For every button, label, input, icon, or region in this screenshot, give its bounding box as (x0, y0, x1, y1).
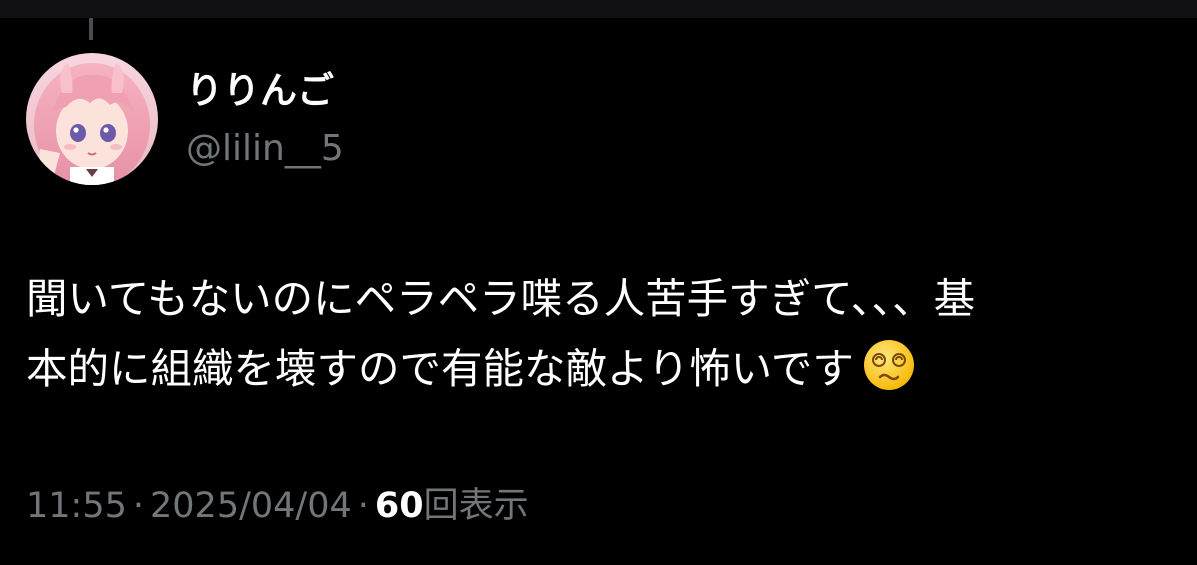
views-count[interactable]: 60 (375, 486, 424, 526)
tweet-text-line: 本的に組織を壊すので有能な敵より怖いです (26, 344, 854, 393)
thread-connector-line (89, 18, 93, 40)
top-bar-strip (0, 0, 1197, 18)
tweet-body: 聞いてもないのにペラペラ喋る人苦手すぎて、、、基 本的に組織を壊すので有能な敵よ… (26, 264, 1186, 404)
tweet-date[interactable]: 2025/04/04 (150, 486, 352, 526)
dizzy-face-emoji-icon (862, 338, 916, 392)
tweet-detail-view: りりんご @lilin__5 聞いてもないのにペラペラ喋る人苦手すぎて、、、基 … (0, 0, 1197, 565)
tweet-text-line-with-emoji: 本的に組織を壊すので有能な敵より怖いです (26, 334, 1186, 404)
views-label: 回表示 (423, 486, 529, 526)
meta-separator: · (357, 486, 369, 526)
avatar-image (26, 53, 158, 185)
tweet-time[interactable]: 11:55 (26, 486, 127, 526)
author-display-name[interactable]: りりんご (186, 66, 334, 116)
author-handle[interactable]: @lilin__5 (186, 124, 344, 174)
tweet-text-line: 聞いてもないのにペラペラ喋る人苦手すぎて、、、基 (26, 274, 976, 323)
tweet-meta: 11:55 · 2025/04/04 · 60回表示 (26, 482, 529, 530)
meta-separator: · (132, 486, 145, 526)
avatar[interactable] (26, 53, 158, 185)
